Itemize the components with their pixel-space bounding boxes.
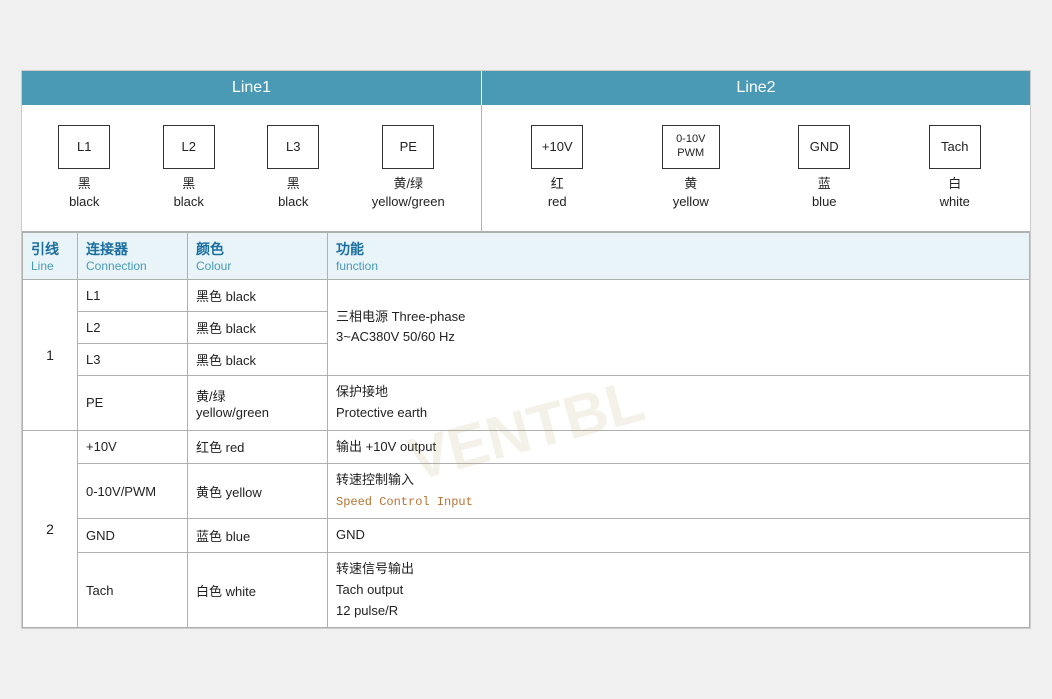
connector-item-PE: PE 黄/绿yellow/green (372, 125, 445, 211)
col-header-line-zh: 引线 (31, 239, 69, 259)
connection-L2: L2 (78, 311, 188, 343)
colour-L1: 黑色 black (188, 279, 328, 311)
function-10v: 输出 +10V output (328, 430, 1030, 464)
connector-label-tach: 白white (940, 175, 970, 211)
table-row-2-10v: 2 +10V 红色 red 输出 +10V output (23, 430, 1030, 464)
table-row-1-PE: PE 黄/绿yellow/green 保护接地Protective earth (23, 375, 1030, 430)
connection-L3: L3 (78, 343, 188, 375)
colour-L3: 黑色 black (188, 343, 328, 375)
connector-item-L2: L2 黑black (163, 125, 215, 211)
connector-box-pwm: 0-10VPWM (662, 125, 720, 169)
col-header-colour-en: Colour (196, 259, 319, 273)
connection-L1: L1 (78, 279, 188, 311)
connector-item-L3: L3 黑black (267, 125, 319, 211)
col-header-colour-zh: 颜色 (196, 239, 319, 259)
colour-PE: 黄/绿yellow/green (188, 375, 328, 430)
speed-control-monospace: Speed Control Input (336, 495, 473, 509)
connector-item-gnd: GND 蓝blue (798, 125, 850, 211)
connector-item-L1: L1 黑black (58, 125, 110, 211)
connector-item-pwm: 0-10VPWM 黄yellow (662, 125, 720, 211)
connector-line1-area: L1 黑black L2 黑black L3 黑black PE 黄/绿yell… (22, 105, 482, 231)
col-header-line-en: Line (31, 259, 69, 273)
function-pwm: 转速控制输入 Speed Control Input (328, 464, 1030, 519)
connector-label-L2: 黑black (174, 175, 204, 211)
connector-box-L1: L1 (58, 125, 110, 169)
col-header-function-zh: 功能 (336, 239, 1021, 259)
header-row: Line1 Line2 (22, 71, 1030, 105)
table-row-2-gnd: GND 蓝色 blue GND (23, 519, 1030, 553)
line1-title: Line1 (232, 79, 271, 96)
connector-label-PE: 黄/绿yellow/green (372, 175, 445, 211)
col-header-line: 引线 Line (23, 232, 78, 279)
colour-pwm: 黄色 yellow (188, 464, 328, 519)
col-header-connection: 连接器 Connection (78, 232, 188, 279)
connection-pwm: 0-10V/PWM (78, 464, 188, 519)
col-header-function: 功能 function (328, 232, 1030, 279)
connector-box-PE: PE (382, 125, 434, 169)
table-row-2-pwm: 0-10V/PWM 黄色 yellow 转速控制输入 Speed Control… (23, 464, 1030, 519)
connector-label-pwm: 黄yellow (673, 175, 709, 211)
colour-L2: 黑色 black (188, 311, 328, 343)
connector-label-L1: 黑black (69, 175, 99, 211)
connector-box-10v: +10V (531, 125, 583, 169)
table-row-2-tach: Tach 白色 white 转速信号输出 Tach output 12 puls… (23, 553, 1030, 628)
connector-label-L3: 黑black (278, 175, 308, 211)
col-header-colour: 颜色 Colour (188, 232, 328, 279)
line-number-1: 1 (23, 279, 78, 430)
function-line1: 三相电源 Three-phase3~AC380V 50/60 Hz (328, 279, 1030, 375)
colour-gnd: 蓝色 blue (188, 519, 328, 553)
connector-item-10v: +10V 红red (531, 125, 583, 211)
connection-PE: PE (78, 375, 188, 430)
connector-box-L2: L2 (163, 125, 215, 169)
connection-10v: +10V (78, 430, 188, 464)
connector-label-gnd: 蓝blue (812, 175, 837, 211)
connector-item-tach: Tach 白white (929, 125, 981, 211)
main-container: Line1 Line2 L1 黑black L2 黑black L3 黑blac… (21, 70, 1031, 630)
connection-tach: Tach (78, 553, 188, 628)
line-number-2: 2 (23, 430, 78, 628)
table-header-row: 引线 Line 连接器 Connection 颜色 Colour 功能 func… (23, 232, 1030, 279)
header-line2: Line2 (482, 71, 1030, 105)
connection-gnd-2: GND (78, 519, 188, 553)
col-header-function-en: function (336, 259, 1021, 273)
connector-label-10v: 红red (548, 175, 567, 211)
connector-box-gnd: GND (798, 125, 850, 169)
connector-diagram-row: L1 黑black L2 黑black L3 黑black PE 黄/绿yell… (22, 105, 1030, 232)
colour-10v: 红色 red (188, 430, 328, 464)
connector-box-tach: Tach (929, 125, 981, 169)
col-header-connection-zh: 连接器 (86, 239, 179, 259)
table-row-1-L1: 1 L1 黑色 black 三相电源 Three-phase3~AC380V 5… (23, 279, 1030, 311)
header-line1: Line1 (22, 71, 482, 105)
line2-title: Line2 (736, 79, 775, 96)
function-gnd: GND (328, 519, 1030, 553)
table-wrapper: VENTBL 引线 Line 连接器 Connection 颜色 Colour … (22, 232, 1030, 629)
col-header-connection-en: Connection (86, 259, 179, 273)
function-tach: 转速信号输出 Tach output 12 pulse/R (328, 553, 1030, 628)
function-PE: 保护接地Protective earth (328, 375, 1030, 430)
connector-box-L3: L3 (267, 125, 319, 169)
connector-line2-area: +10V 红red 0-10VPWM 黄yellow GND 蓝blue Tac… (482, 105, 1030, 231)
data-table: 引线 Line 连接器 Connection 颜色 Colour 功能 func… (22, 232, 1030, 629)
colour-tach: 白色 white (188, 553, 328, 628)
